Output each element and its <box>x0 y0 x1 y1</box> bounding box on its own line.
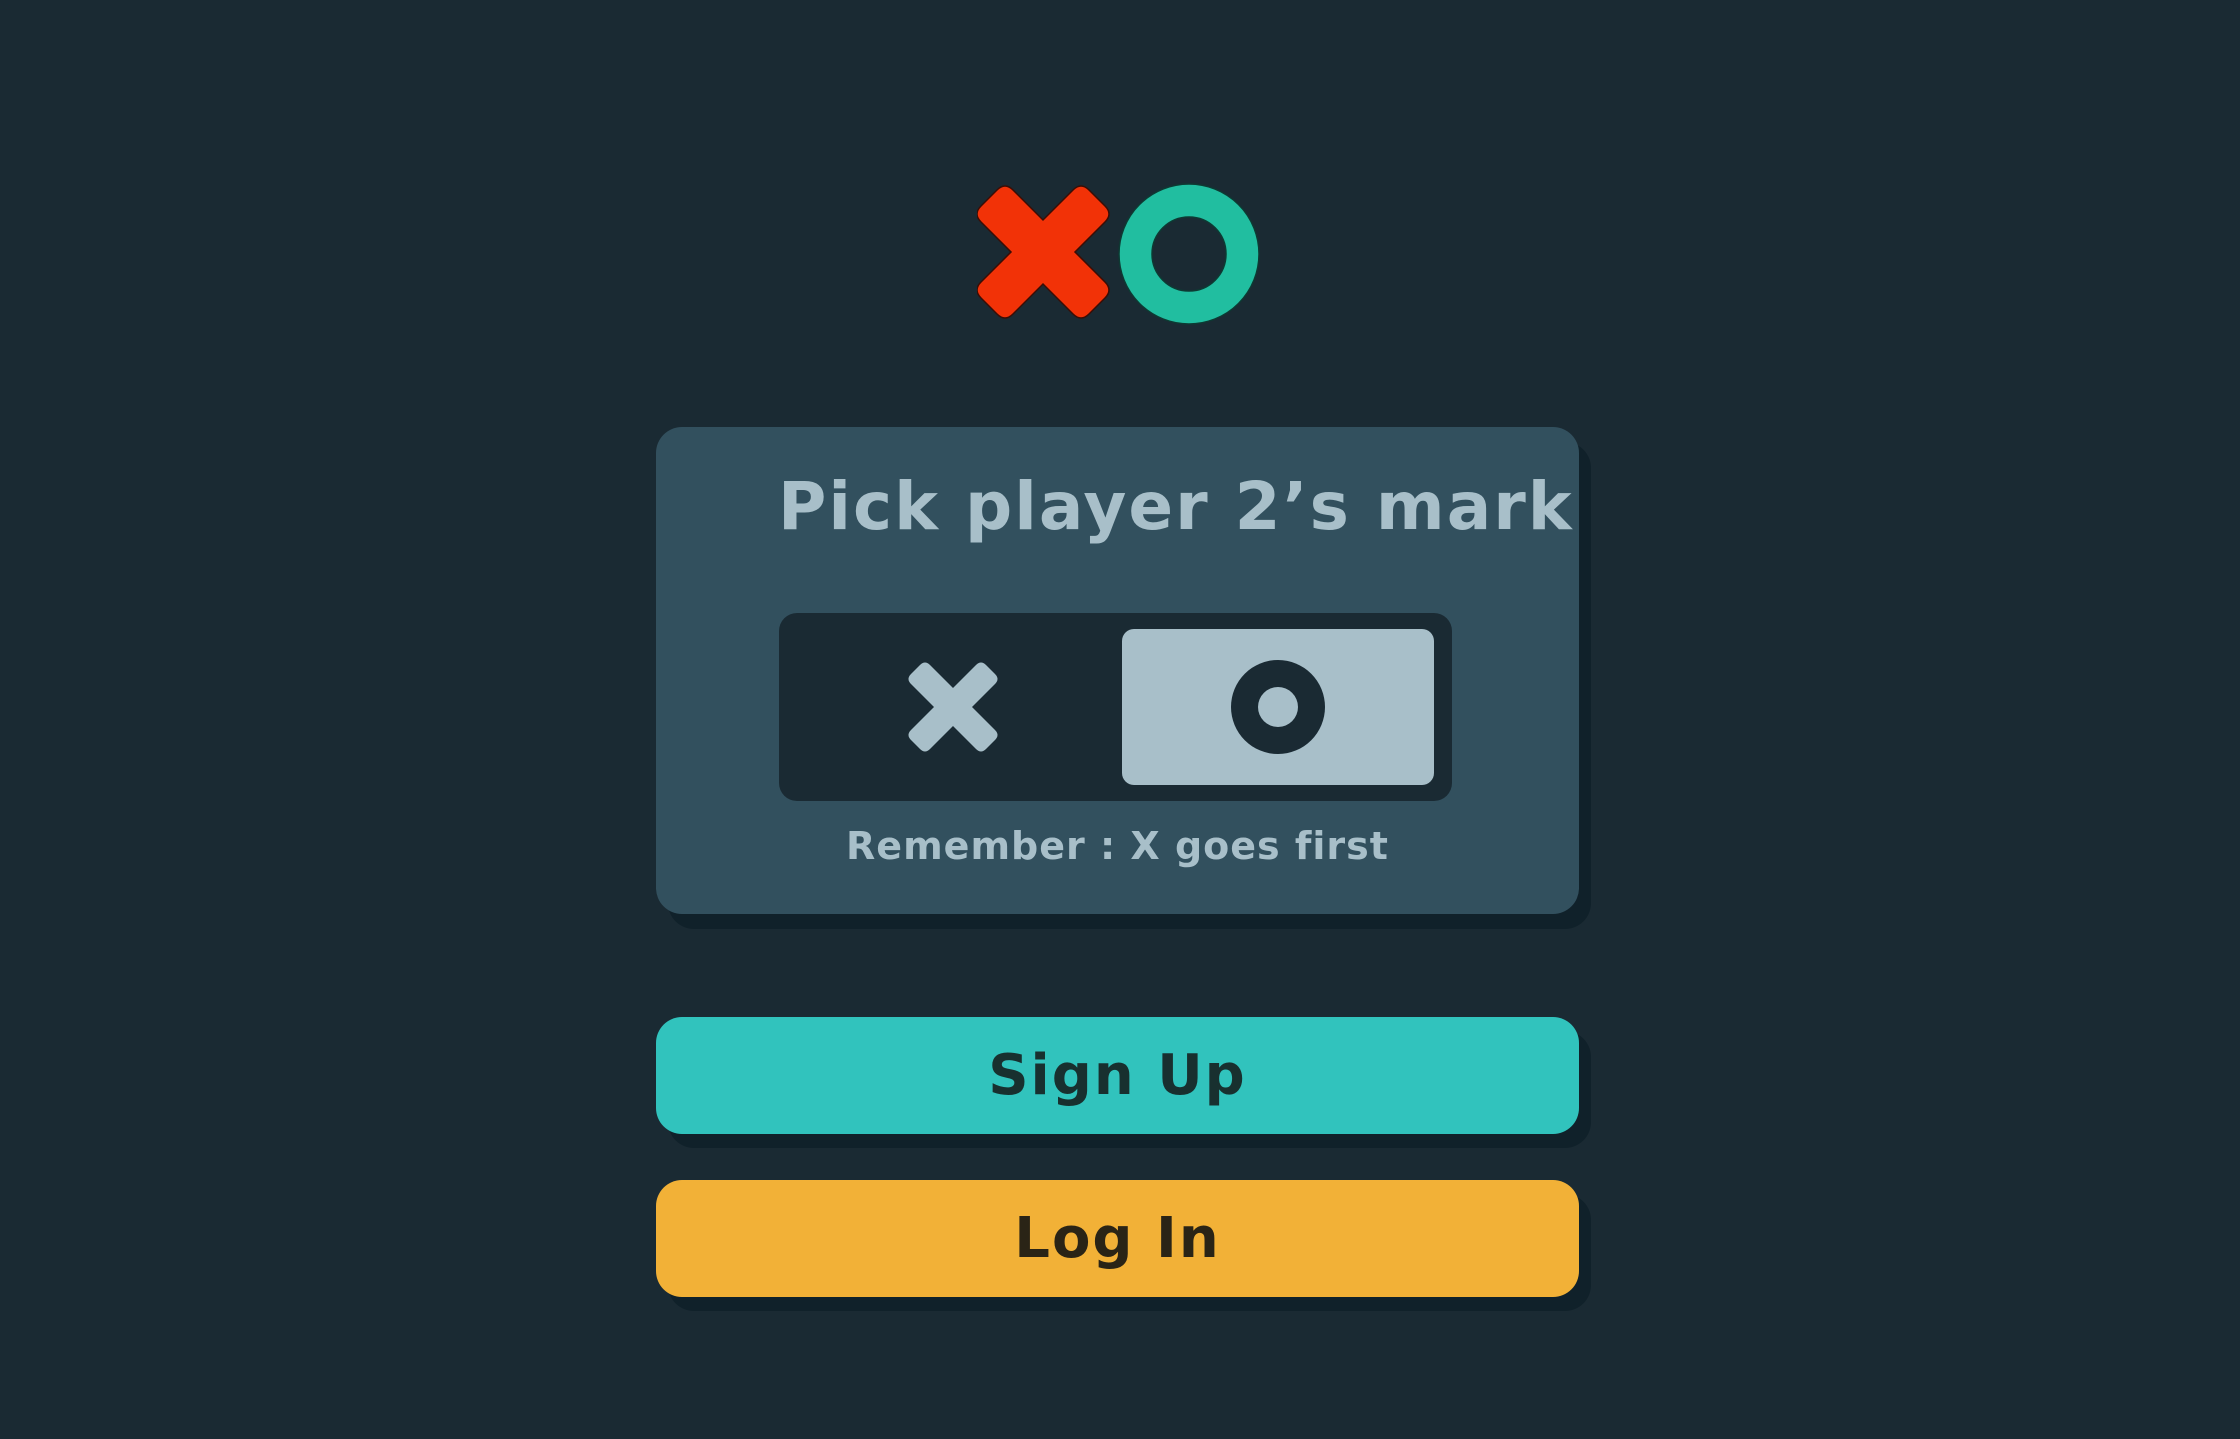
option-o-button[interactable] <box>1122 629 1434 785</box>
mark-toggle <box>779 613 1452 801</box>
picker-title: Pick player 2’s mark <box>778 468 1574 545</box>
option-x-button[interactable] <box>797 629 1109 785</box>
sign-up-button[interactable]: Sign Up <box>656 1017 1579 1134</box>
start-screen: Pick player 2’s mark Remember : X goes f… <box>0 0 2240 1439</box>
first-move-hint: Remember : X goes first <box>846 824 1389 868</box>
o-mark-icon <box>1231 660 1325 754</box>
mark-picker-card: Pick player 2’s mark Remember : X goes f… <box>656 427 1579 914</box>
log-in-button[interactable]: Log In <box>656 1180 1579 1297</box>
app-logo <box>977 182 1264 327</box>
o-mark-icon <box>1118 183 1260 325</box>
x-mark-icon <box>977 185 1110 319</box>
x-mark-icon <box>908 662 998 752</box>
